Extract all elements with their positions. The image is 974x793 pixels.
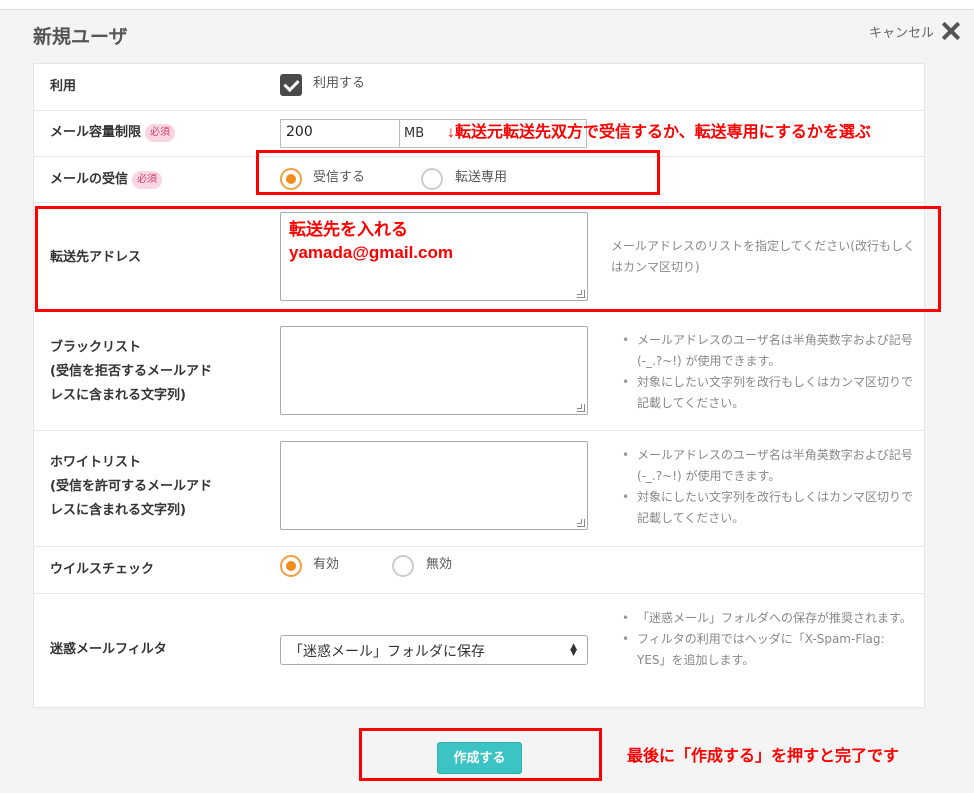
help-item: 「迷惑メール」フォルダへの保存が推奨されます。 [619, 608, 914, 629]
row-use: 利用 利用する [34, 64, 924, 111]
required-badge: 必須 [132, 170, 163, 189]
whitelist-help: メールアドレスのユーザ名は半角英数字および記号(-_.?~!) が使用できます。… [619, 445, 914, 529]
blacklist-help: メールアドレスのユーザ名は半角英数字および記号(-_.?~!) が使用できます。… [619, 330, 914, 414]
whitelist-label-line2: (受信を許可するメールアド [50, 479, 212, 494]
virus-option-disabled: 無効 [426, 557, 453, 572]
help-item: メールアドレスのユーザ名は半角英数字および記号(-_.?~!) が使用できます。 [619, 330, 914, 372]
resize-grip-icon[interactable] [577, 519, 585, 527]
virus-label: ウイルスチェック [50, 562, 155, 577]
row-spam: 迷惑メールフィルタ 「迷惑メール」フォルダに保存 ▲▼ 「迷惑メール」フォルダへ… [34, 594, 924, 707]
virus-radio-disabled[interactable] [392, 555, 414, 577]
use-checkbox-label: 利用する [313, 76, 366, 91]
use-checkbox[interactable] [280, 74, 302, 96]
blacklist-label-line2: (受信を拒否するメールアド [50, 364, 212, 379]
use-label: 利用 [50, 79, 77, 94]
receive-label: メールの受信 必須 [50, 168, 163, 192]
spam-filter-value: 「迷惑メール」フォルダに保存 [289, 644, 485, 660]
required-badge: 必須 [145, 123, 176, 142]
top-bar [0, 0, 974, 10]
cancel-button[interactable]: キャンセル [869, 20, 962, 42]
whitelist-label-line1: ホワイトリスト [50, 455, 142, 470]
row-whitelist: ホワイトリスト (受信を許可するメールアド レスに含まれる文字列) メールアドレ… [34, 431, 924, 547]
whitelist-textarea[interactable] [280, 441, 588, 530]
blacklist-label-line3: レスに含まれる文字列) [50, 388, 186, 403]
spam-label: 迷惑メールフィルタ [50, 642, 167, 657]
highlight-forward [35, 206, 941, 312]
resize-grip-icon[interactable] [577, 404, 585, 412]
virus-radio-enabled[interactable] [280, 555, 302, 577]
receive-label-text: メールの受信 [50, 172, 129, 187]
annotation-final-note: 最後に「作成する」を押すと完了です [627, 748, 900, 765]
mail-quota-label-text: メール容量制限 [50, 125, 142, 140]
mail-quota-label: メール容量制限 必須 [50, 121, 176, 145]
mail-quota-input[interactable]: 200 [280, 119, 400, 148]
help-item: 対象にしたい文字列を改行もしくはカンマ区切りで記載してください。 [619, 372, 914, 414]
annotation-receive-note: ↓転送元転送先双方で受信するか、転送専用にするかを選ぶ [447, 124, 871, 141]
virus-option-enabled: 有効 [313, 557, 340, 572]
help-item: 対象にしたい文字列を改行もしくはカンマ区切りで記載してください。 [619, 487, 914, 529]
close-icon[interactable] [940, 20, 962, 42]
select-arrows-icon: ▲ ▼ [570, 642, 577, 658]
dialog-title: 新規ユーザ [33, 26, 128, 48]
highlight-receive [256, 150, 660, 195]
row-virus: ウイルスチェック 有効 無効 [34, 547, 924, 594]
spam-filter-select[interactable]: 「迷惑メール」フォルダに保存 ▲ ▼ [280, 635, 588, 665]
blacklist-label: ブラックリスト (受信を拒否するメールアド レスに含まれる文字列) [50, 336, 212, 408]
blacklist-label-line1: ブラックリスト [50, 340, 142, 355]
help-item: メールアドレスのユーザ名は半角英数字および記号(-_.?~!) が使用できます。 [619, 445, 914, 487]
cancel-label: キャンセル [869, 25, 935, 41]
row-blacklist: ブラックリスト (受信を拒否するメールアド レスに含まれる文字列) メールアドレ… [34, 311, 924, 431]
blacklist-textarea[interactable] [280, 326, 588, 415]
highlight-create [359, 728, 602, 781]
help-item: フィルタの利用ではヘッダに「X-Spam-Flag: YES」を追加します。 [619, 629, 914, 671]
whitelist-label: ホワイトリスト (受信を許可するメールアド レスに含まれる文字列) [50, 451, 212, 523]
whitelist-label-line3: レスに含まれる文字列) [50, 503, 186, 518]
spam-help: 「迷惑メール」フォルダへの保存が推奨されます。 フィルタの利用ではヘッダに「X-… [619, 608, 914, 671]
